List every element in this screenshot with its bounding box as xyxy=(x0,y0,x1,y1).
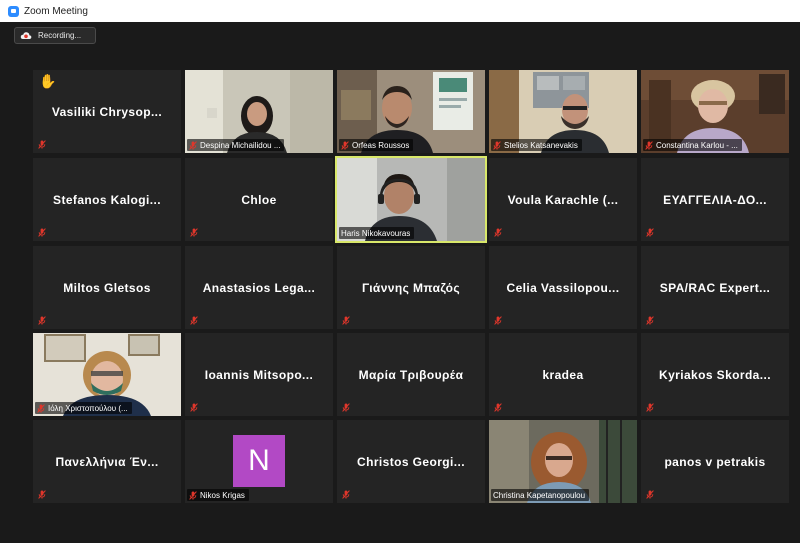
participant-name: Despina Michailidou ... xyxy=(200,140,281,150)
participant-tile[interactable]: Miltos Gletsos xyxy=(33,246,181,329)
window-title: Zoom Meeting xyxy=(24,5,88,17)
participant-tile[interactable]: Γιάννης Μπαζός xyxy=(337,246,485,329)
zoom-app-icon xyxy=(8,5,19,17)
muted-mic-icon xyxy=(493,140,501,150)
participant-name: Christos Georgi... xyxy=(357,454,465,469)
participant-tile[interactable]: Celia Vassilopou... xyxy=(489,246,637,329)
participant-tile[interactable]: Kyriakos Skorda... xyxy=(641,333,789,416)
participant-name: kradea xyxy=(542,367,584,382)
muted-mic-icon xyxy=(189,140,197,150)
name-caption: Stelios Katsanevakis xyxy=(491,139,582,151)
muted-mic-icon xyxy=(494,403,502,412)
participant-tile[interactable]: Ιόλη Χριστοπούλου (... xyxy=(33,333,181,416)
recording-label: Recording... xyxy=(38,31,82,40)
avatar: N xyxy=(233,435,285,487)
participant-tile[interactable]: Anastasios Lega... xyxy=(185,246,333,329)
participant-tile[interactable]: Stelios Katsanevakis xyxy=(489,70,637,153)
muted-mic-icon xyxy=(646,403,654,412)
name-caption: Orfeas Roussos xyxy=(339,139,414,151)
participant-name: Christina Kapetanopoulou xyxy=(493,490,586,500)
participant-tile[interactable]: Πανελλήνια Έν... xyxy=(33,420,181,503)
participant-name: Ioannis Mitsopo... xyxy=(204,367,314,382)
name-caption: Constantina Karlou - ... xyxy=(643,139,742,151)
participant-tile[interactable]: Ioannis Mitsopo... xyxy=(185,333,333,416)
participant-name: Μαρία Τριβουρέα xyxy=(358,367,464,382)
muted-mic-icon xyxy=(341,140,349,150)
participant-tile[interactable]: panos v petrakis xyxy=(641,420,789,503)
name-caption: Haris Nikokavouras xyxy=(339,227,415,239)
participant-name: Stefanos Kalogi... xyxy=(53,192,161,207)
participant-name: Ιόλη Χριστοπούλου (... xyxy=(48,403,128,413)
muted-mic-icon xyxy=(189,490,197,500)
muted-mic-icon xyxy=(38,316,46,325)
muted-mic-icon xyxy=(190,403,198,412)
participant-name: Miltos Gletsos xyxy=(63,280,151,295)
participant-tile[interactable]: kradea xyxy=(489,333,637,416)
name-caption: Despina Michailidou ... xyxy=(187,139,285,151)
participant-tile[interactable]: N Nikos Krigas xyxy=(185,420,333,503)
recording-indicator[interactable]: Recording... xyxy=(14,27,96,44)
participant-name: Chloe xyxy=(241,192,277,207)
muted-mic-icon xyxy=(646,228,654,237)
participant-name: Constantina Karlou - ... xyxy=(656,140,738,150)
muted-mic-icon xyxy=(494,316,502,325)
participant-tile[interactable]: Despina Michailidou ... xyxy=(185,70,333,153)
participant-name: Nikos Krigas xyxy=(200,490,245,500)
cloud-recording-icon xyxy=(20,31,32,39)
participant-name: Haris Nikokavouras xyxy=(341,228,411,238)
muted-mic-icon xyxy=(342,490,350,499)
muted-mic-icon xyxy=(38,228,46,237)
participant-name: Anastasios Lega... xyxy=(202,280,316,295)
participant-name: Γιάννης Μπαζός xyxy=(361,280,461,295)
raised-hand-icon: ✋ xyxy=(39,74,57,90)
name-caption: Ιόλη Χριστοπούλου (... xyxy=(35,402,132,414)
muted-mic-icon xyxy=(342,316,350,325)
muted-mic-icon xyxy=(646,316,654,325)
muted-mic-icon xyxy=(646,490,654,499)
participant-tile[interactable]: Constantina Karlou - ... xyxy=(641,70,789,153)
participant-tile[interactable]: Christina Kapetanopoulou xyxy=(489,420,637,503)
participant-name: ΕΥΑΓΓΕΛΙΑ-ΔΟ... xyxy=(663,192,767,207)
muted-mic-icon xyxy=(645,140,653,150)
muted-mic-icon xyxy=(190,228,198,237)
name-caption: Nikos Krigas xyxy=(187,489,249,501)
participant-tile[interactable]: ✋ Vasiliki Chrysop... xyxy=(33,70,181,153)
participant-name: SPA/RAC Expert... xyxy=(659,280,771,295)
participant-name: Stelios Katsanevakis xyxy=(504,140,578,150)
muted-mic-icon xyxy=(342,403,350,412)
participant-tile[interactable]: SPA/RAC Expert... xyxy=(641,246,789,329)
participant-name: panos v petrakis xyxy=(664,454,766,469)
muted-mic-icon xyxy=(38,140,46,149)
participant-tile[interactable]: Μαρία Τριβουρέα xyxy=(337,333,485,416)
participant-tile[interactable]: ΕΥΑΓΓΕΛΙΑ-ΔΟ... xyxy=(641,158,789,241)
muted-mic-icon xyxy=(494,228,502,237)
name-caption: Christina Kapetanopoulou xyxy=(491,489,590,501)
participant-tile[interactable]: Orfeas Roussos xyxy=(337,70,485,153)
muted-mic-icon xyxy=(37,403,45,413)
participant-name: Celia Vassilopou... xyxy=(506,280,620,295)
participant-name: Voula Karachle (... xyxy=(507,192,619,207)
participant-tile[interactable]: Stefanos Kalogi... xyxy=(33,158,181,241)
muted-mic-icon xyxy=(38,490,46,499)
participant-tile[interactable]: Christos Georgi... xyxy=(337,420,485,503)
participant-name: Vasiliki Chrysop... xyxy=(51,104,163,119)
participant-name: Kyriakos Skorda... xyxy=(659,367,771,382)
participant-tile[interactable]: Chloe xyxy=(185,158,333,241)
participant-name: Orfeas Roussos xyxy=(352,140,410,150)
participant-tile[interactable]: Voula Karachle (... xyxy=(489,158,637,241)
participant-tile-active-speaker[interactable]: Haris Nikokavouras xyxy=(335,156,487,243)
title-bar: Zoom Meeting xyxy=(0,0,800,22)
participant-name: Πανελλήνια Έν... xyxy=(55,454,159,469)
muted-mic-icon xyxy=(190,316,198,325)
